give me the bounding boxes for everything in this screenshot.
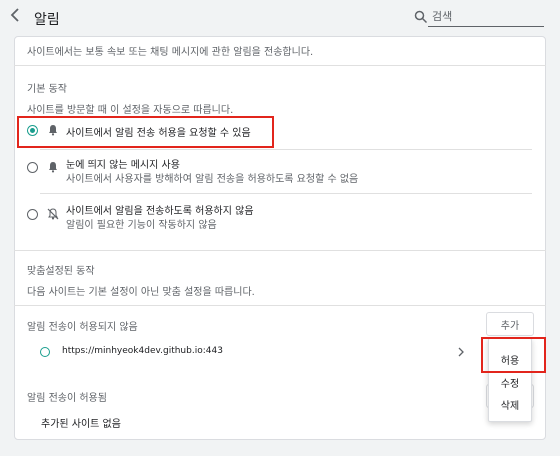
search-input[interactable] <box>428 6 544 27</box>
bell-icon <box>49 162 57 173</box>
radio-block[interactable] <box>27 209 38 220</box>
back-button[interactable] <box>10 8 20 26</box>
site-favicon <box>40 347 50 357</box>
menu-item-delete[interactable]: 삭제 <box>489 397 531 412</box>
custom-behavior-description: 다음 사이트는 기본 설정이 아닌 맞춤 설정을 따릅니다. <box>27 287 255 298</box>
allowed-empty-text: 추가된 사이트 없음 <box>41 419 121 430</box>
highlight-box <box>17 116 274 148</box>
settings-card <box>14 36 546 440</box>
bell-off-icon <box>47 208 59 220</box>
option-block-title: 사이트에서 알림을 전송하도록 허용하지 않음 <box>66 206 254 217</box>
allowed-heading: 알림 전송이 허용됨 <box>27 393 107 404</box>
highlight-box <box>481 337 546 373</box>
option-quiet-title: 눈에 띄지 않는 메시지 사용 <box>66 160 180 171</box>
blocked-heading: 알림 전송이 허용되지 않음 <box>27 322 138 333</box>
menu-item-edit[interactable]: 수정 <box>489 375 531 390</box>
chevron-right-icon[interactable] <box>458 347 464 357</box>
intro-text: 사이트에서는 보통 속보 또는 채팅 메시지에 관한 알림을 전송합니다. <box>27 47 314 58</box>
divider <box>40 149 532 150</box>
option-block[interactable]: 사이트에서 알림을 전송하도록 허용하지 않음 알림이 필요한 기능이 작동하지… <box>20 199 520 231</box>
option-quiet[interactable]: 눈에 띄지 않는 메시지 사용 사이트에서 사용자를 방해하여 알림 전송을 허… <box>20 153 520 185</box>
add-blocked-button[interactable]: 추가 <box>486 312 534 336</box>
divider <box>14 65 546 66</box>
site-row[interactable]: https://minhyeok4dev.github.io:443 <box>36 340 476 364</box>
custom-behavior-heading: 맞춤설정된 동작 <box>27 266 95 277</box>
radio-quiet[interactable] <box>27 162 38 173</box>
search-icon <box>414 10 428 24</box>
default-behavior-heading: 기본 동작 <box>27 84 67 95</box>
chevron-left-icon <box>10 8 19 22</box>
option-block-subtitle: 알림이 필요한 기능이 작동하지 않음 <box>66 220 217 231</box>
site-url: https://minhyeok4dev.github.io:443 <box>62 346 223 356</box>
divider <box>14 250 546 251</box>
option-quiet-subtitle: 사이트에서 사용자를 방해하여 알림 전송을 허용하도록 요청할 수 없음 <box>66 174 359 185</box>
page-title: 알림 <box>34 12 60 28</box>
default-behavior-description: 사이트를 방문할 때 이 설정을 자동으로 따릅니다. <box>27 105 234 116</box>
divider <box>14 305 546 306</box>
divider <box>40 193 532 194</box>
